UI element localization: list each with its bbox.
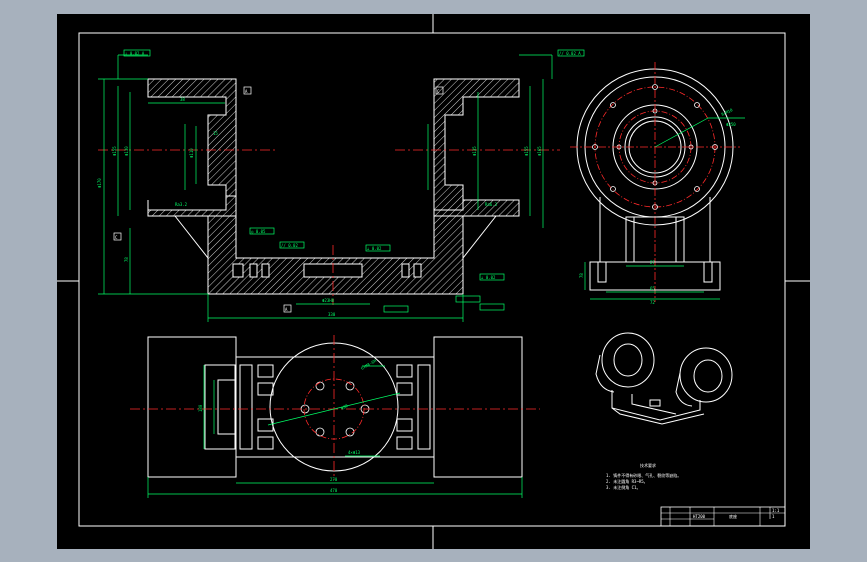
title-material: HT200 bbox=[693, 514, 706, 519]
svg-text:180: 180 bbox=[198, 404, 203, 412]
tol-right-1: ⊥ 0.02 bbox=[481, 275, 496, 280]
dim-overall-height: Φ170 bbox=[97, 178, 102, 188]
svg-text:270: 270 bbox=[330, 477, 338, 482]
svg-text:470: 470 bbox=[330, 488, 338, 493]
dim-right-outer: Φ135 bbox=[472, 146, 477, 156]
dim-base-height: 78 bbox=[124, 257, 129, 262]
dim-left-step: 15 bbox=[213, 131, 218, 136]
rough-left: Ra3.2 bbox=[175, 202, 188, 207]
svg-text:Φ250: Φ250 bbox=[726, 122, 736, 127]
svg-text:27: 27 bbox=[650, 260, 655, 265]
dim-left-inner: Φ155 bbox=[112, 146, 117, 156]
title-scale: 1:1 bbox=[772, 508, 780, 513]
dim-right-inner: Φ165 bbox=[537, 146, 542, 156]
tol-mid-2: // 0.02 bbox=[281, 243, 298, 248]
svg-text:4×Φ13: 4×Φ13 bbox=[348, 450, 361, 455]
cad-viewport[interactable]: Φ170 Φ155 Φ130 78 38 Φ110 Φ165 Φ155 Φ135… bbox=[0, 0, 867, 562]
tech-req-line-1: 1. 铸件不得有砂眼、气孔、裂纹等缺陷。 bbox=[606, 472, 681, 478]
title-part-name: 底座 bbox=[729, 513, 737, 519]
dim-total-width: 330 bbox=[328, 312, 336, 317]
tol-top-right: // 0.02 A bbox=[559, 51, 581, 56]
dim-left-bore: Φ130 bbox=[124, 146, 129, 156]
svg-text:65: 65 bbox=[650, 286, 655, 291]
tech-req-line-2: 2. 未注圆角 R3~R5。 bbox=[606, 478, 648, 484]
dim-bottom-slot: Φ23H8 bbox=[322, 298, 335, 303]
tech-req-title: 技术要求 bbox=[640, 462, 656, 468]
svg-text:72: 72 bbox=[650, 300, 655, 305]
rough-right: Ra6.3 bbox=[485, 202, 498, 207]
svg-text:78: 78 bbox=[579, 273, 584, 278]
drawing-sheet: Φ170 Φ155 Φ130 78 38 Φ110 Φ165 Φ155 Φ135… bbox=[57, 14, 810, 549]
tol-mid-3: ⊥ 0.02 bbox=[367, 246, 382, 251]
dim-left-depth: 38 bbox=[180, 97, 185, 102]
dim-left-small: Φ110 bbox=[189, 148, 194, 158]
tol-top-left: ⊥ 0.02 A bbox=[125, 51, 145, 56]
tech-req-line-3: 3. 未注倒角 C1。 bbox=[606, 484, 640, 490]
dim-right-mid: Φ155 bbox=[524, 146, 529, 156]
tol-mid-1: ◎ 0.05 bbox=[251, 229, 266, 234]
